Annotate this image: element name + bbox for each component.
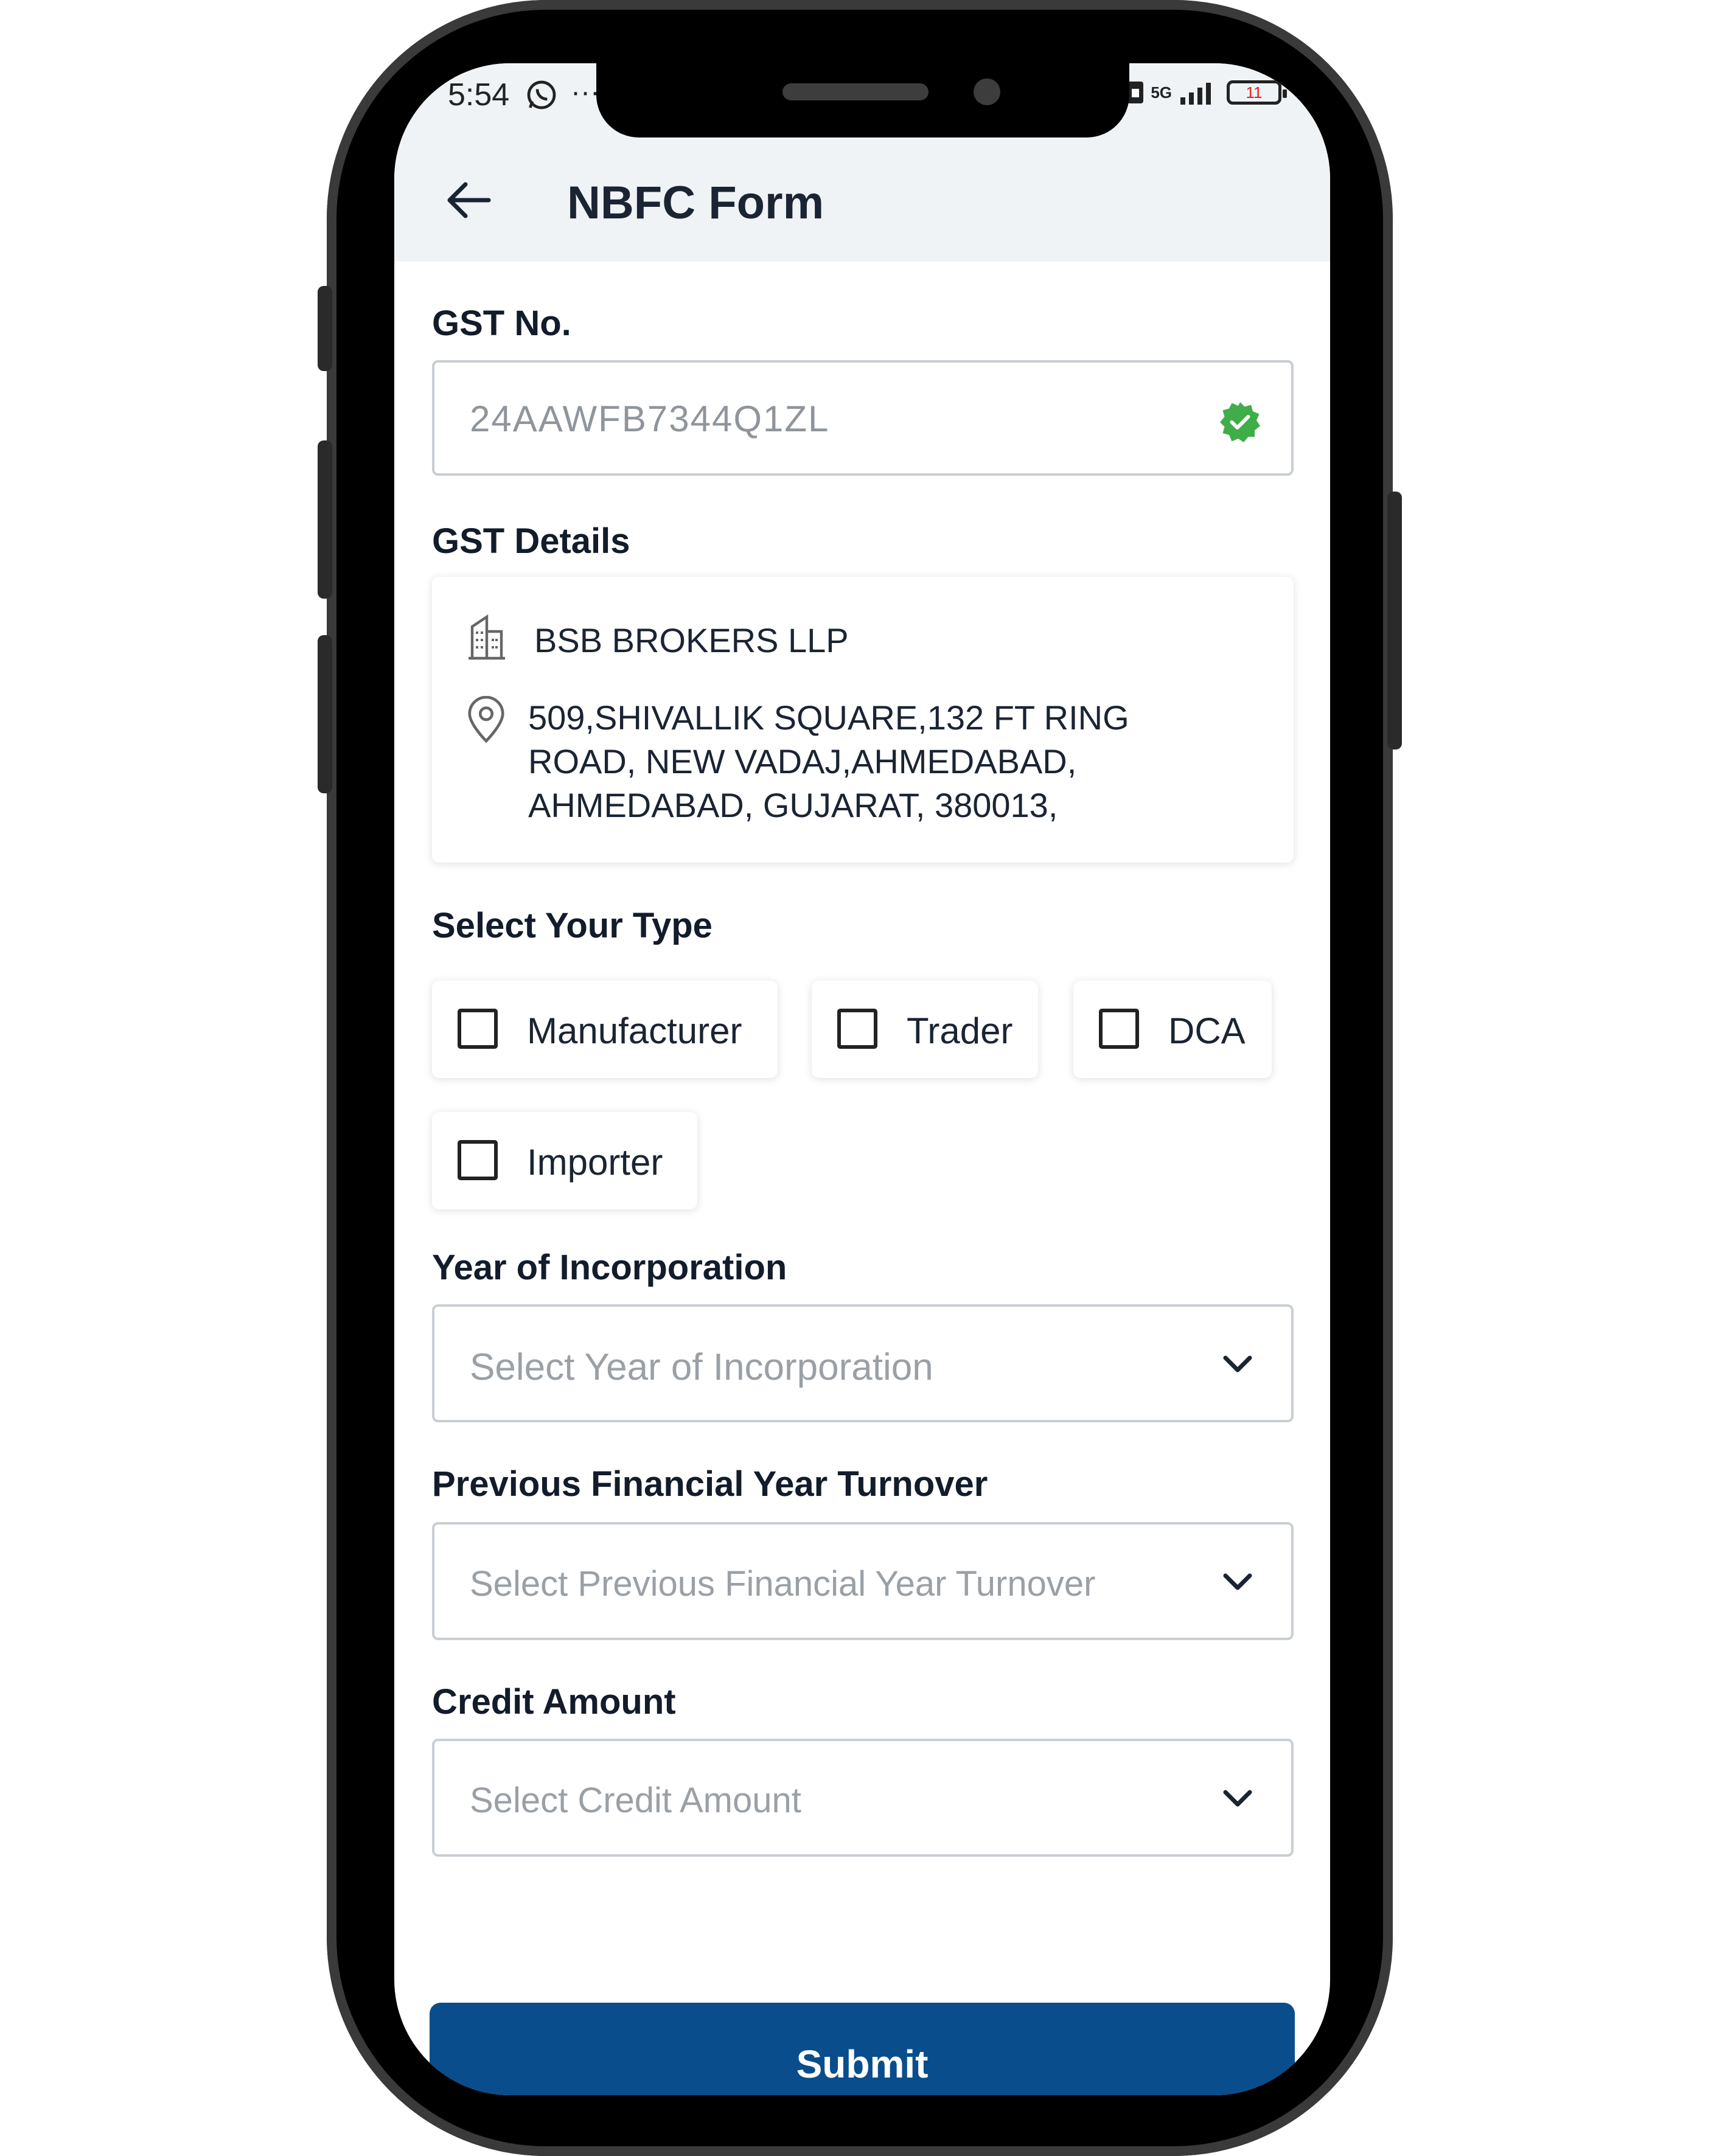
building-icon <box>469 614 505 660</box>
type-option-importer[interactable]: Importer <box>432 1112 697 1209</box>
location-pin-icon <box>468 696 504 743</box>
type-option-dca[interactable]: DCA <box>1073 981 1272 1078</box>
type-option-manufacturer[interactable]: Manufacturer <box>432 981 778 1078</box>
chevron-down-icon <box>1223 1573 1252 1590</box>
signal-icon <box>1180 83 1211 105</box>
submit-button-label: Submit <box>796 2042 929 2086</box>
checkbox[interactable] <box>1099 1009 1139 1049</box>
address-line: AHMEDABAD, GUJARAT, 380013, <box>528 786 1058 824</box>
verified-badge-icon <box>1220 402 1260 442</box>
credit-amount-label: Credit Amount <box>432 1682 676 1722</box>
phone-volume-up-button <box>318 440 332 599</box>
page-title: NBFC Form <box>567 177 824 229</box>
phone-speaker <box>782 83 929 100</box>
select-placeholder: Select Year of Incorporation <box>470 1346 933 1388</box>
type-option-trader[interactable]: Trader <box>812 981 1038 1078</box>
phone-screen: 5:54 ··· 5G 11 NBFC Form GST No. 24AAWFB… <box>394 63 1330 2095</box>
chevron-down-icon <box>1223 1355 1252 1372</box>
status-time: 5:54 <box>448 77 510 113</box>
company-address: 509,SHIVALLIK SQUARE,132 FT RING ROAD, N… <box>528 696 1228 827</box>
network-type-label: 5G <box>1151 83 1172 102</box>
gst-no-value: 24AAWFB7344Q1ZL <box>470 398 830 439</box>
battery-level: 11 <box>1246 83 1263 102</box>
gst-details-card: BSB BROKERS LLP 509,SHIVALLIK SQUARE,132… <box>432 577 1294 863</box>
type-option-label: Trader <box>907 1010 1013 1051</box>
phone-side-button <box>318 286 332 371</box>
phone-power-button <box>1387 492 1402 749</box>
type-option-label: Manufacturer <box>527 1010 742 1051</box>
gst-details-label: GST Details <box>432 521 630 561</box>
select-type-label: Select Your Type <box>432 906 713 945</box>
year-of-incorporation-select[interactable]: Select Year of Incorporation <box>432 1304 1294 1422</box>
chevron-down-icon <box>1223 1790 1252 1807</box>
type-option-label: Importer <box>527 1142 663 1183</box>
phone-volume-down-button <box>318 635 332 793</box>
submit-button[interactable]: Submit <box>430 2003 1295 2095</box>
back-button[interactable] <box>434 167 501 234</box>
status-right-group: 5G 11 <box>1126 79 1287 106</box>
checkbox[interactable] <box>837 1009 877 1049</box>
phone-notch <box>596 63 1129 137</box>
gst-no-label: GST No. <box>432 304 571 343</box>
select-placeholder: Select Previous Financial Year Turnover <box>470 1564 1096 1604</box>
company-name: BSB BROKERS LLP <box>534 621 849 659</box>
checkbox[interactable] <box>458 1140 498 1180</box>
address-line: 509,SHIVALLIK SQUARE,132 FT RING <box>528 698 1129 737</box>
back-arrow-icon <box>447 182 491 218</box>
address-line: ROAD, NEW VADAJ,AHMEDABAD, <box>528 742 1077 781</box>
battery-icon: 11 <box>1227 80 1287 105</box>
whatsapp-icon <box>527 80 556 110</box>
status-more-dots: ··· <box>571 76 600 108</box>
phone-camera <box>974 78 1000 105</box>
turnover-label: Previous Financial Year Turnover <box>432 1464 988 1504</box>
type-option-label: DCA <box>1168 1010 1246 1051</box>
checkbox[interactable] <box>458 1009 498 1049</box>
select-placeholder: Select Credit Amount <box>470 1781 801 1820</box>
turnover-select[interactable]: Select Previous Financial Year Turnover <box>432 1522 1294 1640</box>
credit-amount-select[interactable]: Select Credit Amount <box>432 1739 1294 1857</box>
year-of-incorporation-label: Year of Incorporation <box>432 1248 787 1287</box>
app-bar: NBFC Form <box>394 142 1330 262</box>
gst-no-field[interactable]: 24AAWFB7344Q1ZL <box>432 360 1294 476</box>
